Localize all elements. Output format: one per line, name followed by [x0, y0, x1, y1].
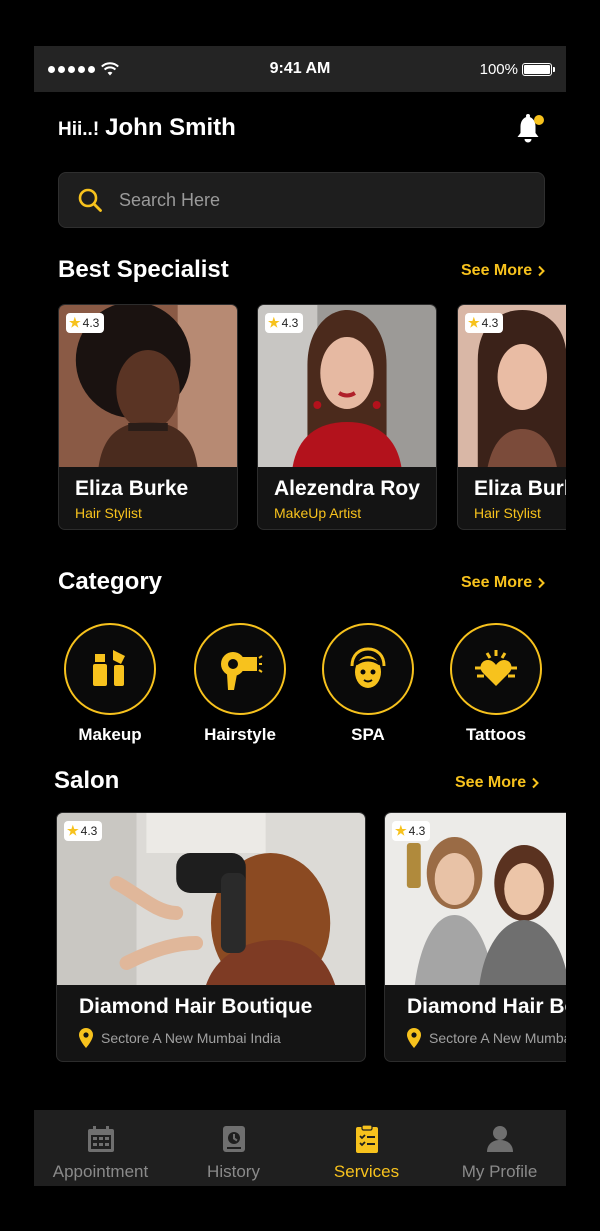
category-icon-circle	[322, 623, 414, 715]
location-pin-icon	[407, 1028, 421, 1048]
user-icon	[486, 1126, 513, 1152]
see-more-specialist-link[interactable]: See More	[461, 262, 546, 280]
chevron-right-icon	[538, 265, 546, 277]
tattoo-heart-icon	[475, 650, 517, 686]
tab-label: Appointment	[52, 1162, 149, 1181]
category-tattoos[interactable]: Tattoos	[448, 623, 544, 745]
category-icon-circle	[194, 623, 286, 715]
specialist-name: Alezendra Roy	[274, 477, 420, 500]
specialist-card[interactable]: ★ 4.3 Alezendra Roy MakeUp Artist	[257, 304, 437, 530]
category-icon-circle	[64, 623, 156, 715]
specialist-name: Eliza Burke	[474, 477, 566, 500]
specialist-role: MakeUp Artist	[274, 505, 362, 521]
rating-badge: ★ 4.3	[465, 313, 504, 333]
salon-card[interactable]: ★4.3 Diamond Hair Boutique Sectore A New…	[56, 812, 366, 1062]
section-title-category: Category	[58, 568, 163, 595]
tab-label: My Profile	[461, 1162, 538, 1181]
salon-carousel[interactable]: ★ 4.3 Diamond Hair Boutique Sectore A New…	[56, 812, 566, 1064]
category-label: SPA	[351, 725, 385, 744]
see-more-category-link[interactable]: See More	[461, 574, 546, 592]
category-spa[interactable]: SPA	[320, 623, 416, 745]
salon-photo	[57, 813, 365, 985]
star-icon: ★	[268, 315, 280, 330]
category-makeup[interactable]: Makeup	[62, 623, 158, 745]
specialist-name: Eliza Burke	[75, 477, 189, 500]
calendar-icon	[87, 1126, 114, 1152]
search-bar[interactable]	[58, 172, 545, 228]
see-more-label: See More	[455, 774, 527, 791]
battery-icon	[522, 62, 555, 76]
specialist-role: Hair Stylist	[75, 505, 142, 521]
rating-badge: ★ 4.3	[392, 821, 431, 841]
specialist-carousel[interactable]: ★ 4.3 Eliza Burke Hair Stylist ★ 4.3 Aleze…	[58, 304, 566, 532]
clipboard-check-icon	[355, 1124, 378, 1153]
notification-bell-icon[interactable]	[514, 112, 546, 146]
salon-name: Diamond Hair Boutique	[79, 995, 313, 1018]
phone-screen: 9:41 AM 100% Hii..!John Smith Best Speci…	[34, 46, 566, 1186]
signal-icon	[48, 65, 95, 73]
rating-badge: ★ 4.3	[66, 313, 105, 333]
chevron-right-icon	[538, 577, 546, 589]
tab-label: History	[207, 1162, 260, 1181]
category-icon-circle	[450, 623, 542, 715]
specialist-card[interactable]: ★4.3 Eliza Burke Hair Stylist	[58, 304, 238, 530]
battery-group: 100%	[479, 60, 555, 78]
salon-name: Diamond Hair Boutique	[407, 995, 566, 1018]
tab-history[interactable]: History	[167, 1110, 300, 1186]
star-icon: ★	[69, 315, 81, 330]
rating-badge: ★ 4.3	[64, 821, 103, 841]
search-icon	[78, 188, 102, 212]
location-pin-icon	[79, 1028, 93, 1048]
section-title-salon: Salon	[54, 767, 120, 794]
chevron-right-icon	[532, 777, 540, 789]
greeting: Hii..! John Smith	[58, 114, 236, 142]
star-icon: ★	[67, 823, 79, 838]
rating-badge: ★ 4.3	[265, 313, 304, 333]
salon-location: Sectore A New Mumbai India	[407, 1028, 566, 1048]
tab-services[interactable]: Services	[300, 1110, 433, 1186]
salon-location-text: Sectore A New Mumbai India	[101, 1030, 281, 1046]
see-more-salon-link[interactable]: See More	[455, 774, 540, 792]
tab-appointment[interactable]: Appointment	[34, 1110, 167, 1186]
spa-face-icon	[350, 647, 386, 688]
salon-card[interactable]: ★4.3 Diamond Hair Boutique Sectore A New…	[384, 812, 566, 1062]
salon-location-text: Sectore A New Mumbai India	[429, 1030, 566, 1046]
bottom-tab-bar: Appointment History Services My Profile	[34, 1110, 566, 1186]
see-more-label: See More	[461, 574, 533, 591]
history-book-icon	[222, 1126, 245, 1152]
see-more-label: See More	[461, 262, 533, 279]
status-bar: 9:41 AM 100%	[34, 46, 566, 92]
specialist-role: Hair Stylist	[474, 505, 541, 521]
tab-my-profile[interactable]: My Profile	[433, 1110, 566, 1186]
category-label: Hairstyle	[204, 725, 276, 744]
signal-wifi-group	[48, 62, 119, 76]
wifi-icon	[101, 62, 119, 76]
battery-percent: 100%	[479, 60, 518, 78]
star-icon: ★	[395, 823, 407, 838]
hairdryer-icon	[221, 652, 263, 690]
category-label: Tattoos	[465, 725, 527, 744]
section-title-best-specialist: Best Specialist	[58, 256, 229, 283]
specialist-card[interactable]: ★4.3 Eliza Burke Hair Stylist	[457, 304, 566, 530]
category-hairstyle[interactable]: Hairstyle	[192, 623, 288, 745]
star-icon: ★	[468, 315, 480, 330]
user-name: John Smith	[105, 114, 236, 141]
tab-label: Services	[333, 1162, 400, 1181]
salon-location: Sectore A New Mumbai India	[79, 1028, 281, 1048]
category-label: Makeup	[78, 725, 142, 744]
search-input[interactable]	[117, 188, 501, 212]
greeting-prefix: Hii..!	[58, 119, 100, 140]
makeup-icon	[93, 650, 125, 686]
